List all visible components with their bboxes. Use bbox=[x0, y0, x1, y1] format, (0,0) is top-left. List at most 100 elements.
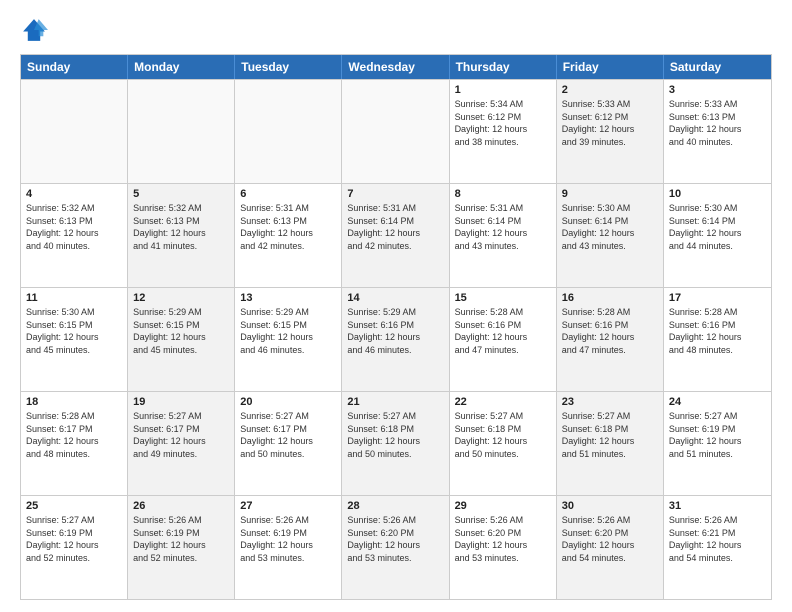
calendar-header-cell: Friday bbox=[557, 55, 664, 79]
calendar-cell: 7 Sunrise: 5:31 AM Sunset: 6:14 PM Daylig… bbox=[342, 184, 449, 287]
day-number: 29 bbox=[455, 500, 551, 512]
day-info: Sunrise: 5:28 AM Sunset: 6:16 PM Dayligh… bbox=[562, 306, 658, 356]
day-number: 6 bbox=[240, 188, 336, 200]
calendar-cell: 23Sunrise: 5:27 AM Sunset: 6:18 PM Dayli… bbox=[557, 392, 664, 495]
calendar-week: 1Sunrise: 5:34 AM Sunset: 6:12 PM Daylig… bbox=[21, 79, 771, 183]
calendar-cell: 27 Sunrise: 5:26 AM Sunset: 6:19 PM Dayli… bbox=[235, 496, 342, 599]
day-info: Sunrise: 5:28 AM Sunset: 6:17 PM Dayligh… bbox=[26, 410, 122, 460]
day-info: Sunrise: 5:33 AM Sunset: 6:13 PM Dayligh… bbox=[669, 98, 766, 148]
calendar-cell: 4Sunrise: 5:32 AM Sunset: 6:13 PM Daylig… bbox=[21, 184, 128, 287]
calendar-cell: 8 Sunrise: 5:31 AM Sunset: 6:14 PM Daylig… bbox=[450, 184, 557, 287]
day-number: 27 bbox=[240, 500, 336, 512]
calendar-header-cell: Monday bbox=[128, 55, 235, 79]
logo bbox=[20, 16, 52, 44]
day-info: Sunrise: 5:30 AM Sunset: 6:14 PM Dayligh… bbox=[669, 202, 766, 252]
calendar-cell bbox=[235, 80, 342, 183]
calendar-cell: 1Sunrise: 5:34 AM Sunset: 6:12 PM Daylig… bbox=[450, 80, 557, 183]
day-info: Sunrise: 5:27 AM Sunset: 6:18 PM Dayligh… bbox=[455, 410, 551, 460]
calendar-header-cell: Sunday bbox=[21, 55, 128, 79]
day-info: Sunrise: 5:34 AM Sunset: 6:12 PM Dayligh… bbox=[455, 98, 551, 148]
calendar-cell: 6 Sunrise: 5:31 AM Sunset: 6:13 PM Daylig… bbox=[235, 184, 342, 287]
calendar-week: 4Sunrise: 5:32 AM Sunset: 6:13 PM Daylig… bbox=[21, 183, 771, 287]
calendar-body: 1Sunrise: 5:34 AM Sunset: 6:12 PM Daylig… bbox=[21, 79, 771, 599]
calendar-cell: 30Sunrise: 5:26 AM Sunset: 6:20 PM Dayli… bbox=[557, 496, 664, 599]
day-number: 16 bbox=[562, 292, 658, 304]
calendar-week: 18 Sunrise: 5:28 AM Sunset: 6:17 PM Dayli… bbox=[21, 391, 771, 495]
calendar: SundayMondayTuesdayWednesdayThursdayFrid… bbox=[20, 54, 772, 600]
day-info: Sunrise: 5:29 AM Sunset: 6:16 PM Dayligh… bbox=[347, 306, 443, 356]
day-info: Sunrise: 5:30 AM Sunset: 6:15 PM Dayligh… bbox=[26, 306, 122, 356]
day-number: 7 bbox=[347, 188, 443, 200]
day-info: Sunrise: 5:33 AM Sunset: 6:12 PM Dayligh… bbox=[562, 98, 658, 148]
calendar-cell: 11 Sunrise: 5:30 AM Sunset: 6:15 PM Dayli… bbox=[21, 288, 128, 391]
day-info: Sunrise: 5:26 AM Sunset: 6:20 PM Dayligh… bbox=[455, 514, 551, 564]
calendar-cell: 5 Sunrise: 5:32 AM Sunset: 6:13 PM Daylig… bbox=[128, 184, 235, 287]
header bbox=[20, 16, 772, 44]
calendar-cell: 10 Sunrise: 5:30 AM Sunset: 6:14 PM Dayli… bbox=[664, 184, 771, 287]
day-number: 23 bbox=[562, 396, 658, 408]
day-number: 25 bbox=[26, 500, 122, 512]
day-info: Sunrise: 5:27 AM Sunset: 6:19 PM Dayligh… bbox=[669, 410, 766, 460]
calendar-week: 11 Sunrise: 5:30 AM Sunset: 6:15 PM Dayli… bbox=[21, 287, 771, 391]
day-info: Sunrise: 5:31 AM Sunset: 6:13 PM Dayligh… bbox=[240, 202, 336, 252]
calendar-header-cell: Tuesday bbox=[235, 55, 342, 79]
calendar-cell: 21 Sunrise: 5:27 AM Sunset: 6:18 PM Dayli… bbox=[342, 392, 449, 495]
day-info: Sunrise: 5:29 AM Sunset: 6:15 PM Dayligh… bbox=[240, 306, 336, 356]
day-info: Sunrise: 5:26 AM Sunset: 6:21 PM Dayligh… bbox=[669, 514, 766, 564]
day-number: 31 bbox=[669, 500, 766, 512]
calendar-cell: 19Sunrise: 5:27 AM Sunset: 6:17 PM Dayli… bbox=[128, 392, 235, 495]
day-info: Sunrise: 5:26 AM Sunset: 6:19 PM Dayligh… bbox=[133, 514, 229, 564]
day-number: 8 bbox=[455, 188, 551, 200]
calendar-cell: 16 Sunrise: 5:28 AM Sunset: 6:16 PM Dayli… bbox=[557, 288, 664, 391]
day-number: 5 bbox=[133, 188, 229, 200]
calendar-cell: 28Sunrise: 5:26 AM Sunset: 6:20 PM Dayli… bbox=[342, 496, 449, 599]
day-number: 3 bbox=[669, 84, 766, 96]
calendar-header-cell: Saturday bbox=[664, 55, 771, 79]
day-info: Sunrise: 5:31 AM Sunset: 6:14 PM Dayligh… bbox=[347, 202, 443, 252]
calendar-cell: 29 Sunrise: 5:26 AM Sunset: 6:20 PM Dayli… bbox=[450, 496, 557, 599]
calendar-cell: 2 Sunrise: 5:33 AM Sunset: 6:12 PM Daylig… bbox=[557, 80, 664, 183]
day-number: 9 bbox=[562, 188, 658, 200]
calendar-cell: 9 Sunrise: 5:30 AM Sunset: 6:14 PM Daylig… bbox=[557, 184, 664, 287]
day-info: Sunrise: 5:27 AM Sunset: 6:18 PM Dayligh… bbox=[347, 410, 443, 460]
calendar-cell: 26Sunrise: 5:26 AM Sunset: 6:19 PM Dayli… bbox=[128, 496, 235, 599]
day-info: Sunrise: 5:32 AM Sunset: 6:13 PM Dayligh… bbox=[26, 202, 122, 252]
day-number: 22 bbox=[455, 396, 551, 408]
day-number: 21 bbox=[347, 396, 443, 408]
calendar-cell: 3 Sunrise: 5:33 AM Sunset: 6:13 PM Daylig… bbox=[664, 80, 771, 183]
calendar-cell: 20 Sunrise: 5:27 AM Sunset: 6:17 PM Dayli… bbox=[235, 392, 342, 495]
day-info: Sunrise: 5:30 AM Sunset: 6:14 PM Dayligh… bbox=[562, 202, 658, 252]
day-number: 11 bbox=[26, 292, 122, 304]
day-number: 2 bbox=[562, 84, 658, 96]
day-number: 20 bbox=[240, 396, 336, 408]
calendar-cell: 14 Sunrise: 5:29 AM Sunset: 6:16 PM Dayli… bbox=[342, 288, 449, 391]
day-number: 12 bbox=[133, 292, 229, 304]
day-number: 15 bbox=[455, 292, 551, 304]
calendar-cell: 18 Sunrise: 5:28 AM Sunset: 6:17 PM Dayli… bbox=[21, 392, 128, 495]
calendar-cell bbox=[342, 80, 449, 183]
calendar-cell: 25 Sunrise: 5:27 AM Sunset: 6:19 PM Dayli… bbox=[21, 496, 128, 599]
calendar-cell bbox=[128, 80, 235, 183]
day-info: Sunrise: 5:27 AM Sunset: 6:17 PM Dayligh… bbox=[133, 410, 229, 460]
logo-icon bbox=[20, 16, 48, 44]
day-info: Sunrise: 5:31 AM Sunset: 6:14 PM Dayligh… bbox=[455, 202, 551, 252]
day-number: 10 bbox=[669, 188, 766, 200]
day-info: Sunrise: 5:32 AM Sunset: 6:13 PM Dayligh… bbox=[133, 202, 229, 252]
calendar-cell: 24Sunrise: 5:27 AM Sunset: 6:19 PM Dayli… bbox=[664, 392, 771, 495]
day-number: 28 bbox=[347, 500, 443, 512]
calendar-cell: 17Sunrise: 5:28 AM Sunset: 6:16 PM Dayli… bbox=[664, 288, 771, 391]
day-info: Sunrise: 5:28 AM Sunset: 6:16 PM Dayligh… bbox=[455, 306, 551, 356]
day-number: 13 bbox=[240, 292, 336, 304]
calendar-cell: 15 Sunrise: 5:28 AM Sunset: 6:16 PM Dayli… bbox=[450, 288, 557, 391]
day-info: Sunrise: 5:26 AM Sunset: 6:19 PM Dayligh… bbox=[240, 514, 336, 564]
day-info: Sunrise: 5:28 AM Sunset: 6:16 PM Dayligh… bbox=[669, 306, 766, 356]
calendar-cell bbox=[21, 80, 128, 183]
day-info: Sunrise: 5:27 AM Sunset: 6:17 PM Dayligh… bbox=[240, 410, 336, 460]
calendar-header-cell: Wednesday bbox=[342, 55, 449, 79]
day-info: Sunrise: 5:27 AM Sunset: 6:19 PM Dayligh… bbox=[26, 514, 122, 564]
calendar-cell: 12Sunrise: 5:29 AM Sunset: 6:15 PM Dayli… bbox=[128, 288, 235, 391]
day-number: 18 bbox=[26, 396, 122, 408]
day-number: 14 bbox=[347, 292, 443, 304]
calendar-week: 25 Sunrise: 5:27 AM Sunset: 6:19 PM Dayli… bbox=[21, 495, 771, 599]
calendar-header: SundayMondayTuesdayWednesdayThursdayFrid… bbox=[21, 55, 771, 79]
